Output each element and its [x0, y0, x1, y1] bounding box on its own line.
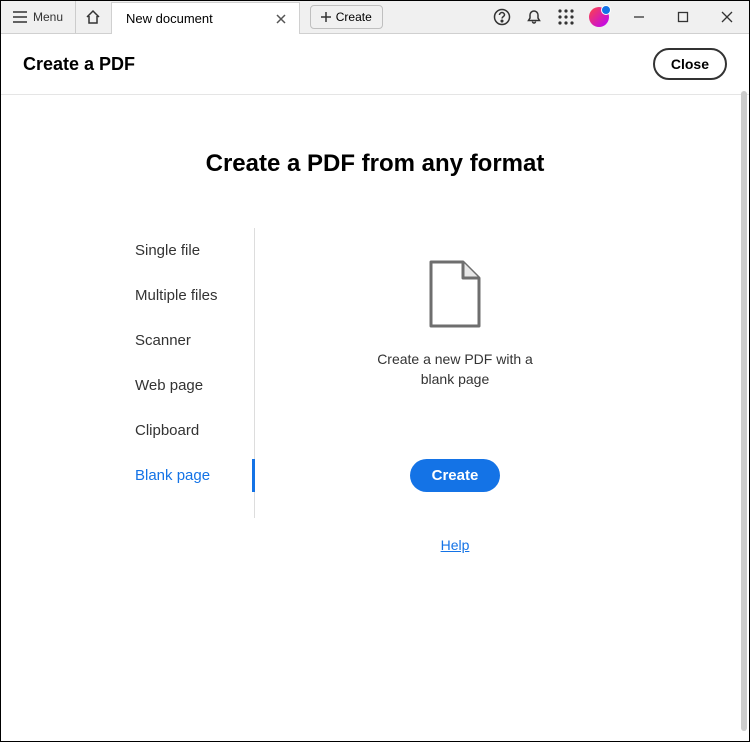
apps-icon[interactable] [557, 8, 575, 26]
sidebar-item-blank-page[interactable]: Blank page [135, 453, 254, 498]
minimize-icon [633, 11, 645, 23]
sidebar-item-multiple-files[interactable]: Multiple files [135, 273, 254, 318]
sidebar-item-scanner[interactable]: Scanner [135, 318, 254, 363]
menu-button[interactable]: Menu [1, 1, 76, 33]
headline: Create a PDF from any format [206, 150, 545, 178]
window-titlebar: Menu New document Create [1, 1, 749, 34]
create-button[interactable]: Create [410, 459, 501, 492]
close-button[interactable]: Close [653, 48, 727, 80]
titlebar-icons [493, 1, 617, 33]
help-label: Help [441, 537, 470, 553]
main-content: Create a PDF from any format Single file… [1, 95, 749, 744]
close-label: Close [671, 56, 709, 72]
close-window-button[interactable] [705, 1, 749, 34]
document-tab[interactable]: New document [111, 2, 300, 34]
home-icon [85, 9, 101, 25]
tab-title: New document [126, 11, 213, 26]
menu-label: Menu [33, 10, 63, 24]
sidebar-item-web-page[interactable]: Web page [135, 363, 254, 408]
plus-icon [321, 12, 331, 22]
source-sidebar: Single file Multiple files Scanner Web p… [135, 228, 255, 518]
page-header: Create a PDF Close [1, 34, 749, 95]
maximize-button[interactable] [661, 1, 705, 34]
sidebar-item-clipboard[interactable]: Clipboard [135, 408, 254, 453]
create-new-button[interactable]: Create [310, 5, 383, 29]
minimize-button[interactable] [617, 1, 661, 34]
notifications-icon[interactable] [525, 8, 543, 26]
help-icon[interactable] [493, 8, 511, 26]
description: Create a new PDF with a blank page [365, 350, 545, 389]
window-controls [617, 1, 749, 33]
sidebar-item-single-file[interactable]: Single file [135, 228, 254, 273]
hamburger-icon [13, 11, 27, 23]
close-icon [276, 14, 286, 24]
account-icon[interactable] [589, 7, 609, 27]
tab-close-button[interactable] [273, 11, 289, 27]
maximize-icon [677, 11, 689, 23]
help-link[interactable]: Help [441, 537, 470, 553]
close-icon [721, 11, 733, 23]
detail-pane: Create a new PDF with a blank page Creat… [255, 228, 615, 553]
create-button-label: Create [432, 467, 479, 484]
blank-page-icon [423, 258, 487, 330]
scrollbar[interactable] [741, 91, 747, 731]
home-button[interactable] [76, 1, 109, 33]
create-label: Create [336, 10, 372, 24]
page-title: Create a PDF [23, 54, 135, 75]
